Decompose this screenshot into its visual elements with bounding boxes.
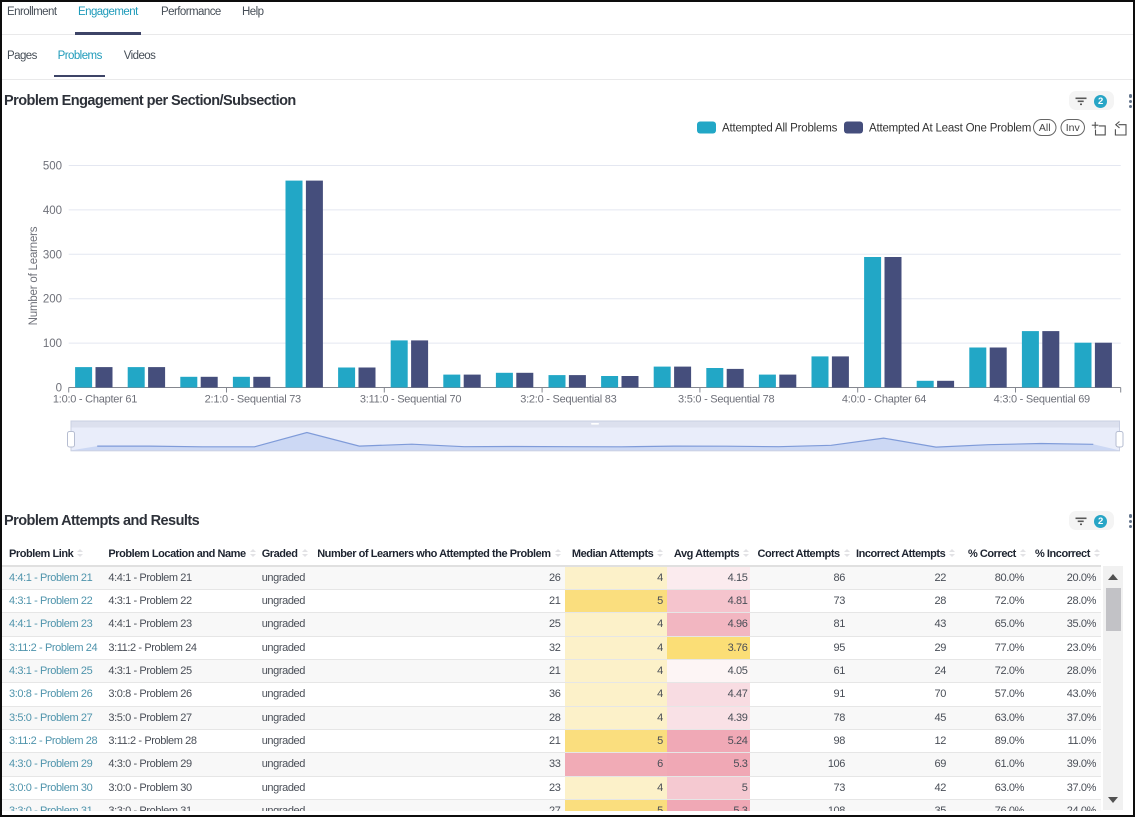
svg-text:Inv: Inv bbox=[1066, 122, 1081, 134]
svg-text:200: 200 bbox=[43, 294, 62, 306]
svg-text:3:11:0 - Sequential 70: 3:11:0 - Sequential 70 bbox=[360, 394, 461, 406]
svg-text:4:0:0 - Chapter 64: 4:0:0 - Chapter 64 bbox=[842, 394, 926, 406]
svg-text:2:1:0 - Sequential 73: 2:1:0 - Sequential 73 bbox=[205, 394, 301, 406]
svg-text:300: 300 bbox=[43, 249, 62, 261]
svg-text:Attempted All Problems: Attempted All Problems bbox=[722, 123, 838, 135]
svg-text:1:0:0 - Chapter 61: 1:0:0 - Chapter 61 bbox=[53, 394, 137, 406]
svg-text:500: 500 bbox=[43, 161, 62, 173]
svg-text:400: 400 bbox=[43, 205, 62, 217]
svg-text:Attempted At Least One Problem: Attempted At Least One Problem bbox=[869, 123, 1031, 135]
svg-text:4:3:0 - Sequential 69: 4:3:0 - Sequential 69 bbox=[994, 394, 1090, 406]
svg-text:100: 100 bbox=[43, 338, 62, 350]
svg-text:3:2:0 - Sequential 83: 3:2:0 - Sequential 83 bbox=[520, 394, 616, 406]
svg-text:Number of Learners: Number of Learners bbox=[28, 226, 40, 325]
svg-text:All: All bbox=[1039, 122, 1051, 134]
svg-text:3:5:0 - Sequential 78: 3:5:0 - Sequential 78 bbox=[678, 394, 774, 406]
